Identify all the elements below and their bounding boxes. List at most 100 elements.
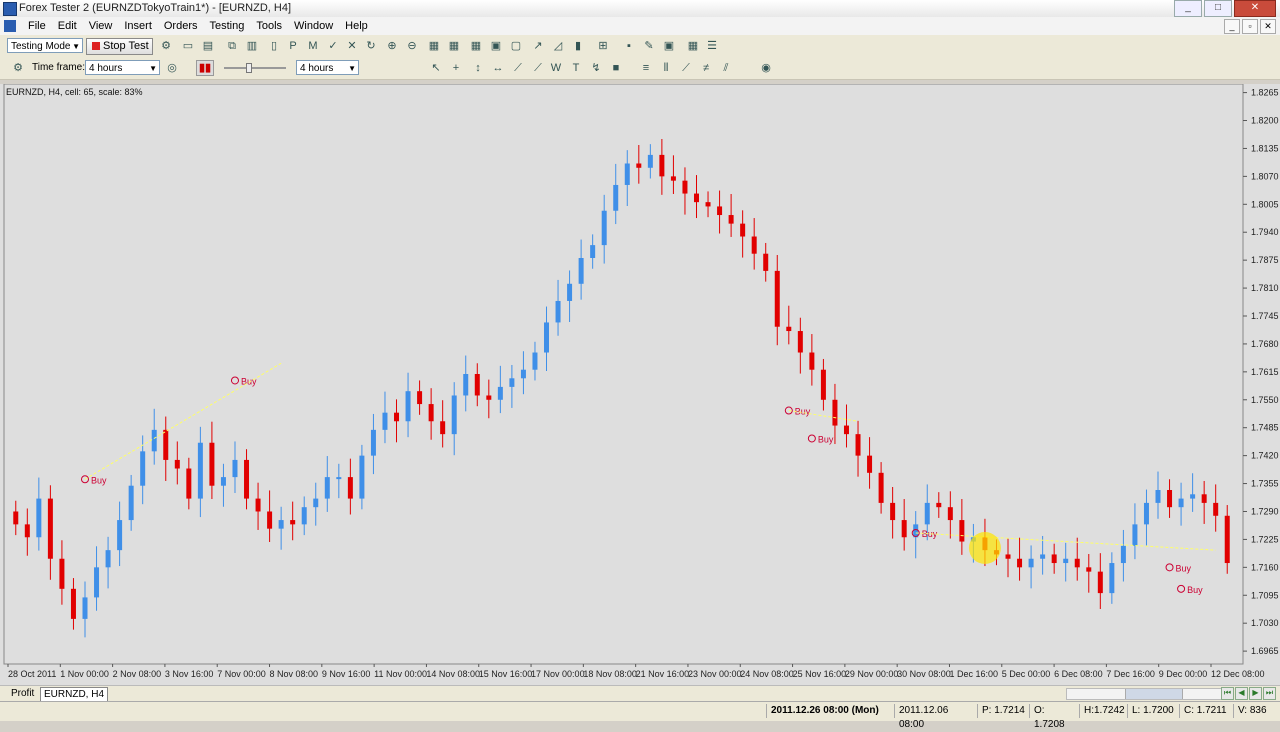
menu-window[interactable]: Window [288, 19, 339, 33]
y-tick-label: 1.7550 [1251, 395, 1279, 405]
mdi-minimize-button[interactable]: _ [1224, 19, 1240, 34]
y-tick-label: 1.7225 [1251, 534, 1279, 544]
menu-file[interactable]: File [22, 19, 52, 33]
candlestick-chart[interactable]: 1.8265 1.8200 1.8135 1.8070 1.8005 1.7940 1.78… [0, 83, 1280, 685]
x-tick-label: 18 Nov 08:00 [583, 669, 637, 679]
document-icon[interactable] [4, 20, 16, 32]
trendline-icon[interactable]: ⟋ [510, 60, 526, 76]
x-icon[interactable]: ✕ [344, 38, 360, 54]
copy-icon[interactable]: ⧉ [224, 38, 240, 54]
chart-area[interactable]: 1.8265 1.8200 1.8135 1.8070 1.8005 1.7940 1.78… [0, 83, 1280, 685]
stop-test-label: Stop Test [103, 40, 149, 52]
target-icon[interactable]: ◉ [758, 60, 774, 76]
menu-orders[interactable]: Orders [158, 19, 204, 33]
folder-icon[interactable]: ▭ [180, 38, 196, 54]
zoom-in-icon[interactable]: ⊕ [384, 38, 400, 54]
settings-icon[interactable]: ⚙ [10, 60, 26, 76]
slider-thumb[interactable] [246, 63, 252, 73]
x-tick-label: 9 Nov 16:00 [322, 669, 371, 679]
window2-icon[interactable]: ▢ [508, 38, 524, 54]
scrollbar-thumb[interactable] [1125, 689, 1183, 699]
status-open: O: 1.7208 [1029, 704, 1076, 730]
tab-profit[interactable]: Profit [8, 687, 37, 700]
trade-label: Buy [1187, 585, 1203, 595]
grid1-icon[interactable]: ▦ [426, 38, 442, 54]
bars-icon[interactable]: ▥ [244, 38, 260, 54]
candle-body [1201, 494, 1207, 503]
channel-icon[interactable]: ≡ [638, 60, 654, 76]
timeframe2-select[interactable]: 4 hours ▼ [296, 60, 359, 75]
maximize-button[interactable]: □ [1204, 0, 1232, 17]
settings-icon[interactable]: ⚙ [158, 38, 174, 54]
color-icon[interactable]: ■ [608, 60, 624, 76]
camera-icon[interactable]: ▣ [661, 38, 677, 54]
menu-insert[interactable]: Insert [118, 19, 158, 33]
grid2-icon[interactable]: ▦ [446, 38, 462, 54]
box-icon[interactable]: ▪ [621, 38, 637, 54]
grid3-icon[interactable]: ▦ [468, 38, 484, 54]
p-icon[interactable]: P [285, 38, 301, 54]
pause-button[interactable]: ▮▮ [196, 60, 214, 76]
mode-select[interactable]: Testing Mode ▼ [7, 38, 83, 53]
candle-body [347, 477, 353, 499]
timeframe-select[interactable]: 4 hours ▼ [85, 60, 160, 75]
hline-icon[interactable]: ↔ [490, 60, 506, 76]
brush-icon[interactable]: ✎ [641, 38, 657, 54]
chevron-down-icon: ▼ [149, 64, 157, 73]
fan-icon[interactable]: ⟋ [678, 60, 694, 76]
next-icon[interactable]: ▶ [1249, 687, 1262, 700]
arrow-icon[interactable]: ↯ [588, 60, 604, 76]
plus-indicator-icon[interactable]: ⊞ [595, 38, 611, 54]
x-tick-label: 7 Nov 00:00 [217, 669, 266, 679]
menu-view[interactable]: View [83, 19, 119, 33]
first-bar-icon[interactable]: ⏮ [1221, 687, 1234, 700]
gann-icon[interactable]: ≠ [698, 60, 714, 76]
new-doc-icon[interactable]: ▯ [266, 38, 282, 54]
text-icon[interactable]: T [568, 60, 584, 76]
list-icon[interactable]: ☰ [704, 38, 720, 54]
minimize-button[interactable]: _ [1174, 0, 1202, 17]
candle-chart-icon[interactable]: ▮ [570, 38, 586, 54]
zoom-out-icon[interactable]: ⊖ [404, 38, 420, 54]
tab-chart[interactable]: EURNZD, H4 [40, 687, 109, 701]
m-icon[interactable]: M [305, 38, 321, 54]
horizontal-scrollbar[interactable] [1066, 688, 1224, 700]
line-chart-icon[interactable]: ↗ [530, 38, 546, 54]
status-bar-time: 2011.12.06 08:00 [894, 704, 971, 730]
mode-select-value: Testing Mode [11, 41, 71, 52]
candle-body [843, 425, 849, 435]
wave-icon[interactable]: W [548, 60, 564, 76]
candle-body [47, 498, 53, 559]
check-icon[interactable]: ✓ [325, 38, 341, 54]
speed-icon[interactable]: ◎ [164, 60, 180, 76]
menu-help[interactable]: Help [339, 19, 374, 33]
speed-slider[interactable] [224, 63, 286, 73]
mdi-close-button[interactable]: ✕ [1260, 19, 1276, 34]
ray-icon[interactable]: ⟋ [530, 60, 546, 76]
status-bar: 2011.12.26 08:00 (Mon) 2011.12.06 08:00 … [0, 701, 1280, 730]
mdi-restore-button[interactable]: ▫ [1242, 19, 1258, 34]
pitchfork-icon[interactable]: ⫽ [718, 60, 734, 76]
cursor-icon[interactable]: ↖ [428, 60, 444, 76]
trade-label: Buy [241, 376, 257, 386]
candle-body [647, 154, 653, 168]
vline-icon[interactable]: ↕ [470, 60, 486, 76]
y-tick-label: 1.7745 [1251, 311, 1279, 321]
area-chart-icon[interactable]: ◿ [550, 38, 566, 54]
last-bar-icon[interactable]: ⏭ [1263, 687, 1276, 700]
close-button[interactable]: ✕ [1234, 0, 1276, 17]
stop-test-button[interactable]: Stop Test [86, 38, 153, 55]
window-icon[interactable]: ▣ [488, 38, 504, 54]
candle-body [278, 520, 284, 529]
candle-body [693, 193, 699, 203]
prev-icon[interactable]: ◀ [1235, 687, 1248, 700]
menu-tools[interactable]: Tools [250, 19, 288, 33]
menu-edit[interactable]: Edit [52, 19, 83, 33]
candle-body [613, 184, 619, 211]
refresh-icon[interactable]: ↻ [363, 38, 379, 54]
open-icon[interactable]: ▤ [200, 38, 216, 54]
crosshair-icon[interactable]: + [448, 60, 464, 76]
menu-testing[interactable]: Testing [204, 19, 251, 33]
fib-icon[interactable]: ⦀ [658, 60, 674, 76]
calc-icon[interactable]: ▦ [685, 38, 701, 54]
